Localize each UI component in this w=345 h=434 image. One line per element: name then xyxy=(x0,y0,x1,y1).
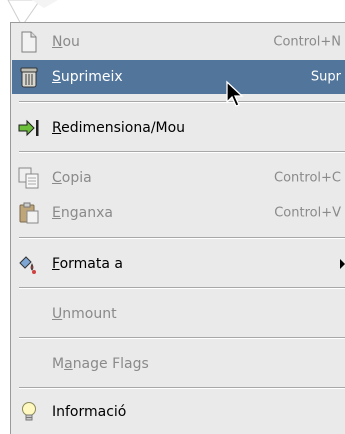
menu-separator xyxy=(19,151,345,153)
menu-item-label: Formata a xyxy=(52,256,123,272)
format-paint-icon xyxy=(18,253,40,275)
screenshot: Nou Control+N Suprimeix Supr Redimension… xyxy=(0,0,345,434)
menu-item-shortcut: Control+C xyxy=(274,170,341,186)
menu-separator xyxy=(19,387,345,389)
lightbulb-icon xyxy=(18,401,40,423)
menu-item-informacio[interactable]: Informació xyxy=(12,395,345,429)
menu-separator xyxy=(19,287,345,289)
menu-item-enganxa[interactable]: Enganxa Control+V xyxy=(12,196,345,230)
menu-item-shortcut: Supr xyxy=(310,69,341,85)
menu-item-label: Redimensiona/Mou xyxy=(52,120,186,136)
copy-icon xyxy=(18,167,40,189)
menu-item-copia[interactable]: Copia Control+C xyxy=(12,161,345,195)
menu-separator xyxy=(19,237,345,239)
menu-item-unmount[interactable]: Unmount xyxy=(12,297,345,331)
menu-item-label: Informació xyxy=(52,404,127,420)
menu-item-label: Copia xyxy=(52,170,92,186)
menu-item-shortcut: Control+N xyxy=(273,34,341,50)
new-document-icon xyxy=(18,31,40,53)
menu-item-shortcut: Control+V xyxy=(274,205,341,221)
menu-item-label: Manage Flags xyxy=(52,356,149,372)
paste-icon xyxy=(18,202,40,224)
submenu-arrow-icon xyxy=(340,259,345,269)
menu-item-label: Enganxa xyxy=(52,205,113,221)
menu-item-suprimeix[interactable]: Suprimeix Supr xyxy=(12,60,345,94)
menu-item-redimensiona-mou[interactable]: Redimensiona/Mou xyxy=(12,111,345,145)
menu-item-label: Suprimeix xyxy=(52,69,123,85)
context-menu: Nou Control+N Suprimeix Supr Redimension… xyxy=(10,22,345,434)
menu-item-nou[interactable]: Nou Control+N xyxy=(12,25,345,59)
menu-separator xyxy=(19,101,345,103)
resize-arrow-icon xyxy=(18,117,40,139)
menu-item-manage-flags[interactable]: Manage Flags xyxy=(12,347,345,381)
menu-separator xyxy=(19,337,345,339)
menu-item-formata-a[interactable]: Formata a xyxy=(12,247,345,281)
menu-item-label: Unmount xyxy=(52,306,117,322)
trash-can-icon xyxy=(18,66,40,88)
menu-item-label: Nou xyxy=(52,34,80,50)
